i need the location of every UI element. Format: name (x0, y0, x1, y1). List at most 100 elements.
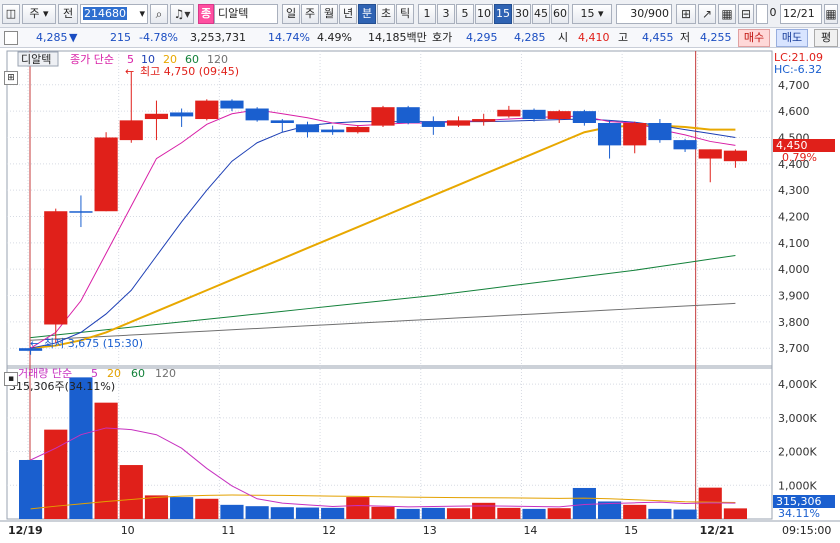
volume-bar (19, 459, 43, 519)
volume-bar (371, 506, 395, 519)
candle-body (472, 119, 496, 122)
volume-bar (270, 507, 294, 519)
sound-icon[interactable]: ♫▾ (170, 4, 194, 24)
min-marker-arrow: ← (30, 337, 39, 350)
period-button-0[interactable]: 일 (282, 4, 300, 24)
open-label: 시 (558, 31, 569, 44)
candle-body (144, 113, 169, 120)
all-toggle[interactable]: 전 (58, 4, 78, 24)
period-button-2[interactable]: 월 (320, 4, 338, 24)
time-axis-label: 14 (523, 524, 537, 537)
period-button-6[interactable]: 틱 (396, 4, 414, 24)
candle-body (547, 111, 571, 120)
volume-bar (321, 507, 345, 519)
volume-tick-label: 2,000K (778, 446, 817, 459)
candle-body (195, 100, 219, 120)
count-value: 30 (630, 7, 645, 20)
price-ma-title: 종가 단순 (70, 53, 114, 66)
volume-bar (723, 508, 747, 519)
candle-body (245, 108, 269, 121)
volume-bar (497, 507, 521, 519)
ask-price-1: 4,295 (466, 31, 498, 44)
period-button-1[interactable]: 주 (301, 4, 319, 24)
market-select-value: 주 (29, 7, 40, 20)
interval-button-3[interactable]: 3 (437, 4, 455, 24)
zoom-tool-icon[interactable]: ⊞ (4, 71, 18, 85)
price-tick-label: 3,700 (778, 342, 810, 355)
time-axis-label: 12 (322, 524, 336, 537)
low-label: 저 (680, 31, 691, 44)
sell-button[interactable]: 매도 (776, 29, 808, 47)
volume-settings-icon[interactable]: ▪ (4, 372, 18, 386)
grid-icon[interactable]: ▦ (718, 4, 736, 24)
candle-body (371, 107, 395, 126)
candle-body (597, 122, 622, 146)
price-tick-label: 4,300 (778, 184, 810, 197)
interval-select[interactable]: 15 ▾ (572, 4, 612, 24)
quote-checkbox[interactable] (4, 31, 18, 45)
market-select[interactable]: 주 ▾ (22, 4, 56, 24)
volume-ma-title: 거래량 단순 (18, 367, 72, 380)
volume-bar (119, 465, 143, 519)
interval-button-30[interactable]: 30 (513, 4, 531, 24)
interval-button-15[interactable]: 15 (494, 4, 512, 24)
evaluate-button[interactable]: 평 (814, 29, 838, 47)
volume-bar (547, 508, 571, 519)
period-button-5[interactable]: 초 (377, 4, 395, 24)
price-tick-label: 4,600 (778, 105, 810, 118)
time-axis-label: 10 (121, 524, 135, 537)
volume-bar (220, 504, 244, 519)
candle-body (673, 140, 697, 150)
candle-body (723, 150, 747, 162)
price-tick-label: 3,900 (778, 290, 810, 303)
open-price: 4,410 (578, 31, 610, 44)
period-button-4[interactable]: 분 (358, 4, 376, 24)
interval-button-1[interactable]: 1 (418, 4, 436, 24)
chart-menu-icon[interactable]: ◫ (2, 4, 20, 24)
volume-tick-label: 3,000K (778, 412, 817, 425)
period-button-3[interactable]: 년 (339, 4, 357, 24)
trade-amount: 14,185백만 (368, 31, 427, 44)
search-icon[interactable]: ⌕ (150, 4, 168, 24)
interval-button-45[interactable]: 45 (532, 4, 550, 24)
interval-button-10[interactable]: 10 (475, 4, 493, 24)
indicator-icon[interactable]: ⊞ (676, 4, 696, 24)
interval-button-60[interactable]: 60 (551, 4, 569, 24)
volume-value: 3,253,731 (190, 31, 246, 44)
candle-body (44, 211, 68, 325)
volume-tick-label: 4,000K (778, 378, 817, 391)
candle-body (522, 109, 546, 120)
volume-bar (170, 497, 194, 519)
volume-ma-period: 5 (91, 367, 98, 380)
calendar-icon[interactable]: ▦ (824, 4, 838, 24)
stock-name-field[interactable]: 디알텍 (214, 4, 278, 24)
candle-body (119, 120, 143, 141)
high-label: 고 (618, 31, 629, 44)
date-input[interactable]: 12/21 (780, 4, 822, 24)
high-price: 4,455 (642, 31, 674, 44)
interval-select-value: 15 (580, 7, 595, 20)
interval-button-5[interactable]: 5 (456, 4, 474, 24)
candle-body (346, 126, 370, 133)
volume-ma-period: 120 (155, 367, 176, 380)
candle-body (446, 120, 471, 126)
draw-tool-icon[interactable]: ↗ (698, 4, 716, 24)
candle-body (270, 120, 294, 123)
volume-ratio: 4.49% (317, 31, 352, 44)
max-price-marker: 최고 4,750 (09:45) (140, 65, 239, 78)
buy-button[interactable]: 매수 (738, 29, 770, 47)
volume-bar (144, 495, 169, 519)
volume-bar (295, 507, 320, 519)
price-tick-label: 4,200 (778, 211, 810, 224)
stock-chart[interactable]: 4,7004,6004,5004,4004,3004,2004,1004,000… (0, 49, 840, 543)
volume-bar (346, 497, 370, 519)
count-input[interactable]: 30/900 (616, 4, 672, 24)
date-checkbox[interactable] (756, 4, 768, 24)
candle-body (623, 122, 647, 146)
lock-icon[interactable]: ⊟ (738, 4, 754, 24)
candle-body (698, 149, 722, 159)
candle-body (648, 122, 672, 141)
price-change: 215 (110, 31, 131, 44)
candle-body (572, 111, 596, 123)
stock-code-input[interactable]: 214680 ▾ (80, 4, 148, 24)
